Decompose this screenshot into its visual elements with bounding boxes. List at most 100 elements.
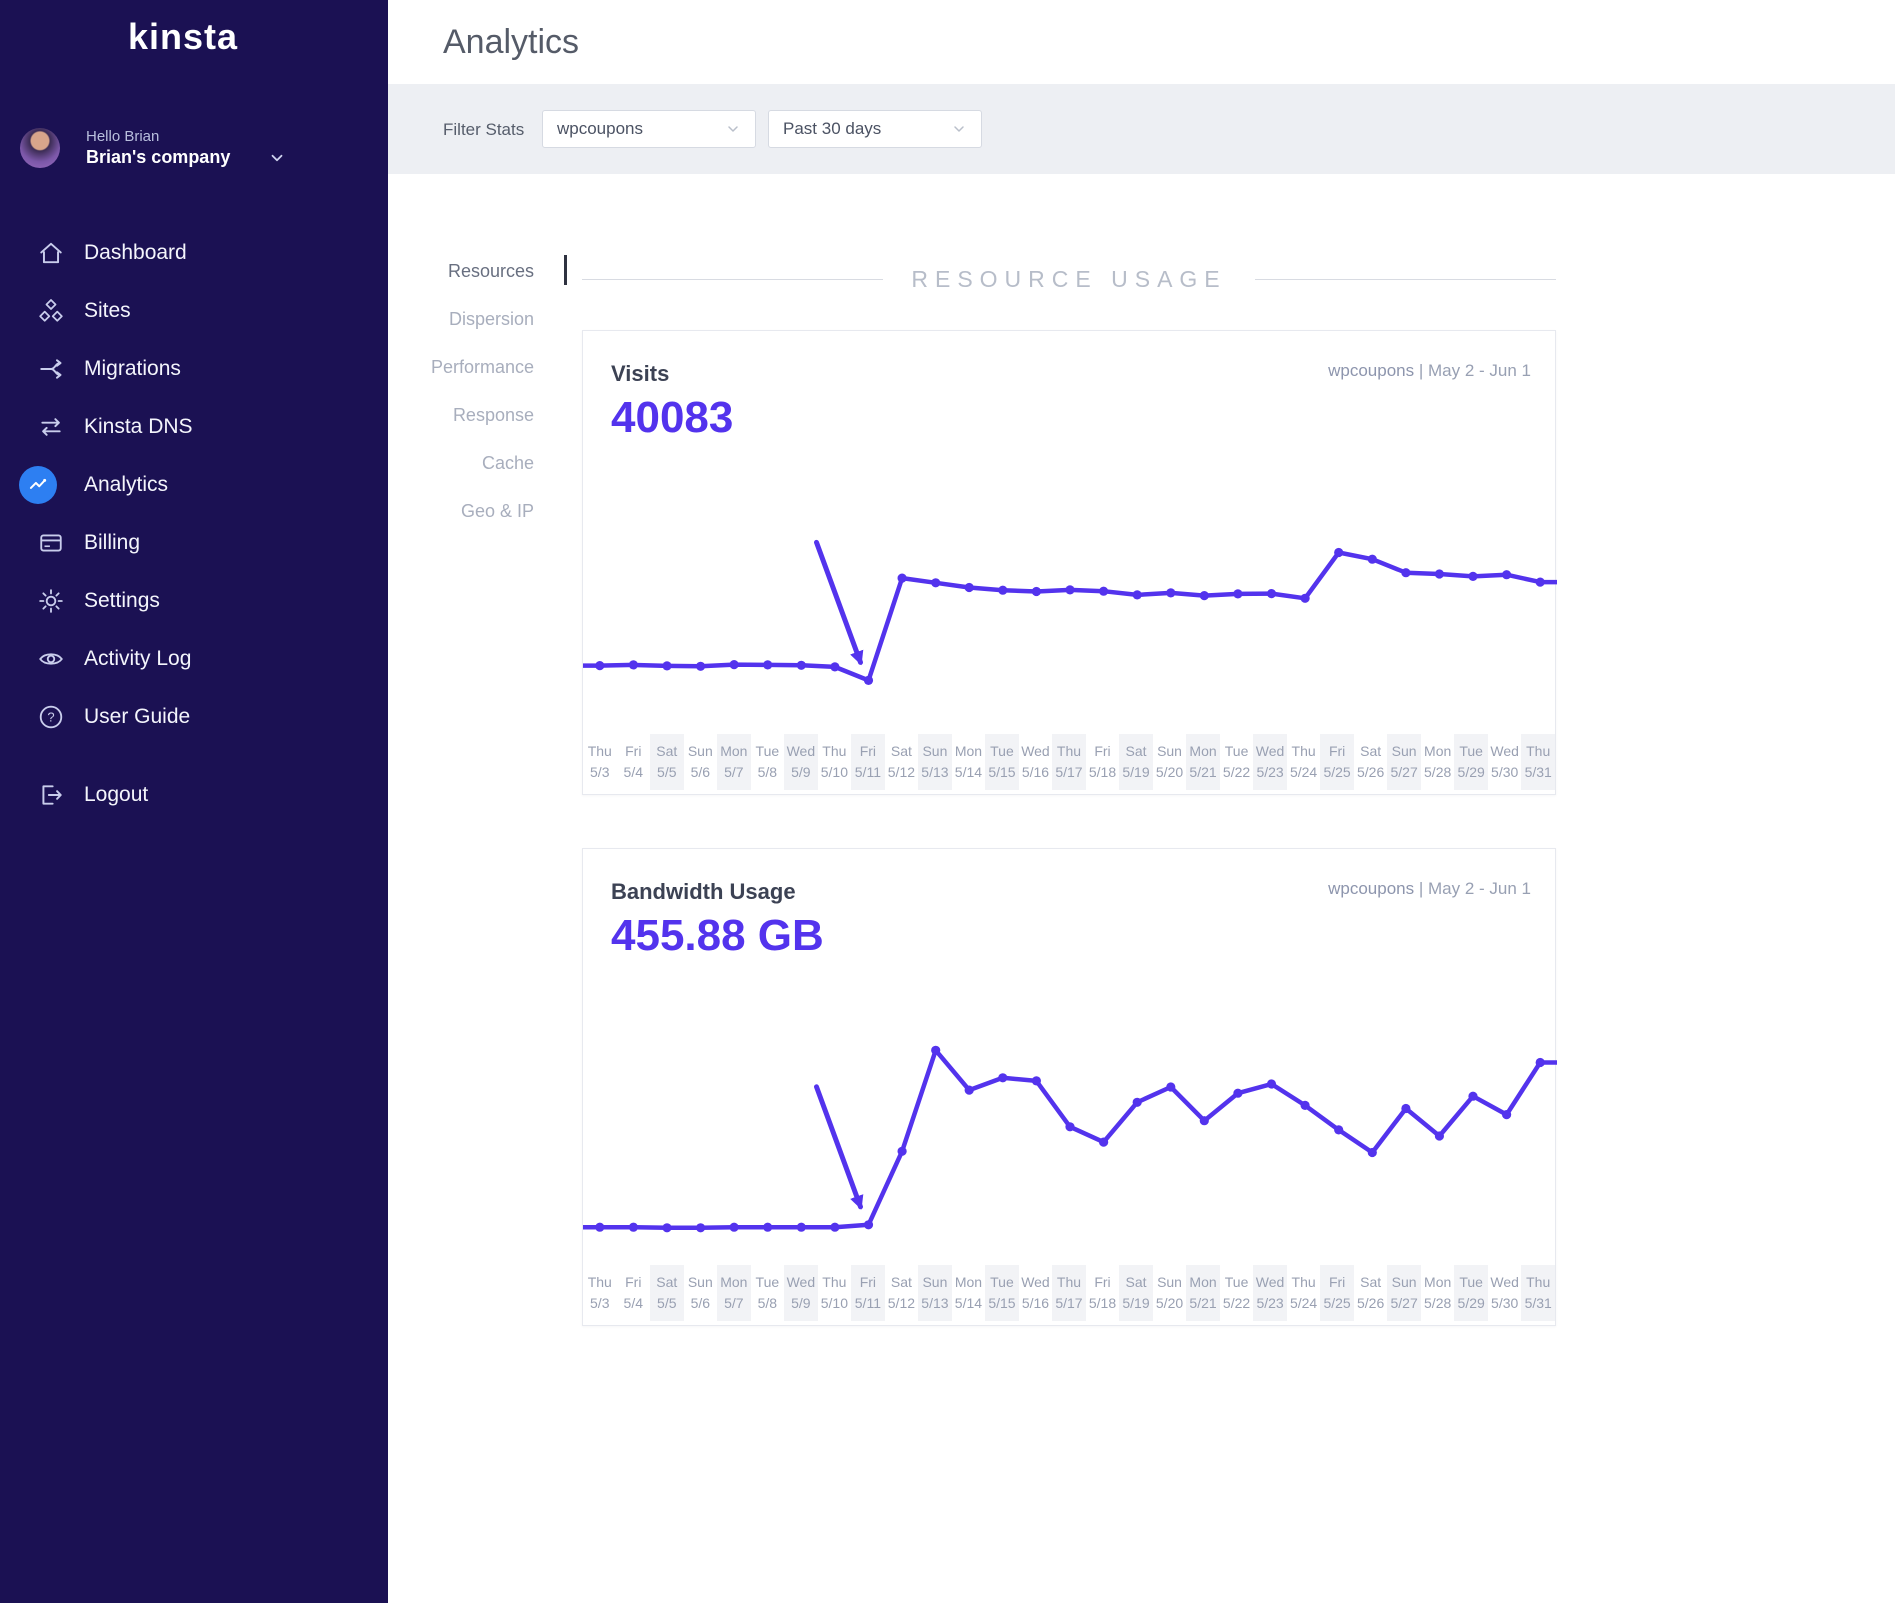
x-axis-label: Wed5/9: [784, 1265, 818, 1321]
x-axis-label: Tue5/8: [751, 734, 785, 790]
x-axis-label: Sun5/13: [918, 734, 952, 790]
subnav-item-cache[interactable]: Cache: [388, 448, 534, 496]
x-axis-label: Fri5/4: [617, 1265, 651, 1321]
subnav-item-dispersion[interactable]: Dispersion: [388, 304, 534, 352]
x-axis-label: Thu5/24: [1287, 734, 1321, 790]
chevron-down-icon: [951, 121, 967, 137]
visits-x-axis-labels: Thu5/3Fri5/4Sat5/5Sun5/6Mon5/7Tue5/8Wed5…: [583, 734, 1555, 790]
x-axis-label: Sat5/12: [885, 1265, 919, 1321]
kinsta-logo: kinsta: [128, 16, 238, 58]
chevron-down-icon: [725, 121, 741, 137]
x-axis-label: Mon5/21: [1186, 1265, 1220, 1321]
sidebar-item-kinsta-dns[interactable]: Kinsta DNS: [0, 398, 388, 456]
activity-log-icon: [38, 646, 64, 672]
x-axis-label: Sun5/6: [684, 1265, 718, 1321]
x-axis-label: Tue5/29: [1454, 734, 1488, 790]
x-axis-label: Wed5/30: [1488, 734, 1522, 790]
main-content: Analytics Filter Stats wpcoupons Past 30…: [388, 0, 1895, 1603]
filter-stats-label: Filter Stats: [443, 120, 524, 140]
x-axis-label: Sun5/20: [1153, 734, 1187, 790]
bandwidth-line-chart[interactable]: [583, 1023, 1557, 1263]
x-axis-label: Mon5/7: [717, 734, 751, 790]
subnav-item-resources[interactable]: Resources: [388, 256, 534, 304]
meta-separator: |: [1419, 879, 1423, 898]
user-greeting: Hello Brian: [86, 128, 286, 145]
x-axis-label: Fri5/18: [1086, 1265, 1120, 1321]
avatar: [20, 128, 60, 168]
site-select-value: wpcoupons: [557, 119, 643, 139]
meta-date-range: May 2 - Jun 1: [1428, 361, 1531, 380]
filter-bar: Filter Stats wpcoupons Past 30 days: [388, 84, 1895, 174]
sidebar-item-user-guide[interactable]: ?User Guide: [0, 688, 388, 746]
x-axis-label: Tue5/15: [985, 734, 1019, 790]
x-axis-label: Wed5/16: [1019, 1265, 1053, 1321]
x-axis-label: Wed5/16: [1019, 734, 1053, 790]
x-axis-label: Wed5/23: [1253, 1265, 1287, 1321]
x-axis-label: Mon5/28: [1421, 734, 1455, 790]
visits-card-title: Visits: [611, 361, 669, 387]
x-axis-label: Sun5/20: [1153, 1265, 1187, 1321]
meta-site: wpcoupons: [1328, 879, 1414, 898]
chevron-down-icon[interactable]: [268, 149, 286, 167]
annotation-arrow: [817, 542, 861, 662]
x-axis-label: Mon5/21: [1186, 734, 1220, 790]
date-range-select[interactable]: Past 30 days: [768, 110, 982, 148]
sidebar-item-migrations[interactable]: Migrations: [0, 340, 388, 398]
analytics-subnav: ResourcesDispersionPerformanceResponseCa…: [388, 256, 534, 544]
sidebar-item-logout[interactable]: Logout: [0, 766, 388, 824]
user-guide-icon: ?: [38, 704, 64, 730]
x-axis-label: Thu5/17: [1052, 734, 1086, 790]
x-axis-label: Tue5/22: [1220, 734, 1254, 790]
bandwidth-value: 455.88 GB: [611, 911, 824, 961]
meta-date-range: May 2 - Jun 1: [1428, 879, 1531, 898]
x-axis-label: Tue5/22: [1220, 1265, 1254, 1321]
subnav-active-indicator: [564, 255, 567, 285]
section-title: RESOURCE USAGE: [911, 266, 1226, 293]
sidebar-item-label: Settings: [84, 589, 160, 613]
x-axis-label: Fri5/4: [617, 734, 651, 790]
x-axis-label: Thu5/10: [818, 734, 852, 790]
sidebar-nav: Dashboard Sites Migrations Kinsta DNS Analyt…: [0, 224, 388, 824]
kinsta-analytics-page: kinsta Hello Brian Brian's company Dashb…: [0, 0, 1895, 1603]
x-axis-label: Thu5/31: [1521, 734, 1555, 790]
site-select[interactable]: wpcoupons: [542, 110, 756, 148]
settings-icon: [38, 588, 64, 614]
subnav-item-performance[interactable]: Performance: [388, 352, 534, 400]
user-block[interactable]: Hello Brian Brian's company: [20, 128, 286, 168]
migrations-icon: [38, 356, 64, 382]
bandwidth-card: Bandwidth Usage 455.88 GB wpcoupons | Ma…: [582, 848, 1556, 1326]
sidebar-item-billing[interactable]: Billing: [0, 514, 388, 572]
subnav-item-geo-ip[interactable]: Geo & IP: [388, 496, 534, 544]
section-divider-left: [582, 279, 883, 280]
x-axis-label: Wed5/23: [1253, 734, 1287, 790]
x-axis-label: Fri5/11: [851, 1265, 885, 1321]
bandwidth-x-axis-labels: Thu5/3Fri5/4Sat5/5Sun5/6Mon5/7Tue5/8Wed5…: [583, 1265, 1555, 1321]
x-axis-label: Tue5/15: [985, 1265, 1019, 1321]
sidebar-item-label: Analytics: [84, 473, 168, 497]
page-header: Analytics: [388, 0, 1895, 84]
annotation-arrow: [817, 1087, 861, 1207]
visits-line-chart[interactable]: [583, 492, 1557, 732]
sidebar-item-sites[interactable]: Sites: [0, 282, 388, 340]
sidebar-item-analytics[interactable]: Analytics: [0, 456, 388, 514]
x-axis-label: Sat5/19: [1119, 1265, 1153, 1321]
date-range-select-value: Past 30 days: [783, 119, 881, 139]
x-axis-label: Wed5/9: [784, 734, 818, 790]
sidebar-item-dashboard[interactable]: Dashboard: [0, 224, 388, 282]
meta-site: wpcoupons: [1328, 361, 1414, 380]
section-divider-right: [1255, 279, 1556, 280]
x-axis-label: Thu5/10: [818, 1265, 852, 1321]
sidebar-item-label: Activity Log: [84, 647, 191, 671]
sidebar-item-activity-log[interactable]: Activity Log: [0, 630, 388, 688]
sidebar-item-label: Kinsta DNS: [84, 415, 193, 439]
sidebar-item-label: Logout: [84, 783, 148, 807]
subnav-item-response[interactable]: Response: [388, 400, 534, 448]
sites-icon: [38, 298, 64, 324]
sidebar-item-settings[interactable]: Settings: [0, 572, 388, 630]
x-axis-label: Mon5/7: [717, 1265, 751, 1321]
bandwidth-card-meta: wpcoupons | May 2 - Jun 1: [1328, 879, 1531, 899]
x-axis-label: Thu5/24: [1287, 1265, 1321, 1321]
x-axis-label: Sat5/26: [1354, 1265, 1388, 1321]
x-axis-label: Thu5/31: [1521, 1265, 1555, 1321]
sidebar-item-label: Sites: [84, 299, 131, 323]
